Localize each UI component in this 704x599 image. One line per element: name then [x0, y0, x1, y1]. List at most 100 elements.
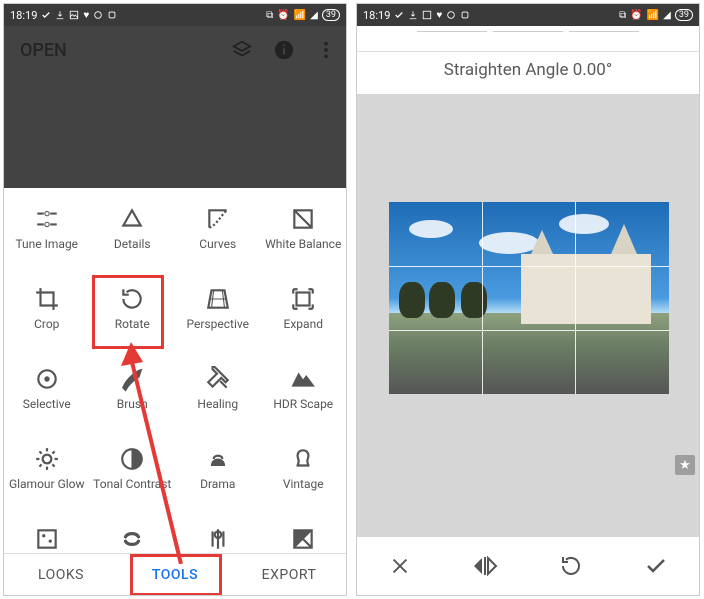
phone-right: 18:19 ♥ ⧉ ⏰ 📶 ◢ 39 Straighten Angle 0.00…: [356, 3, 700, 596]
cancel-button[interactable]: [376, 542, 424, 590]
battery-icon: 39: [322, 9, 340, 21]
tool-label: Tonal Contrast: [93, 478, 171, 491]
tab-export[interactable]: EXPORT: [232, 554, 346, 595]
square-icon: [460, 10, 470, 20]
info-icon[interactable]: [270, 36, 298, 64]
circle-icon: [93, 10, 103, 20]
tune-icon: [34, 206, 60, 232]
canvas-area[interactable]: ★: [357, 94, 699, 537]
image-icon: [69, 10, 79, 20]
perspective-icon: [205, 286, 231, 312]
more-icon[interactable]: [312, 36, 340, 64]
wifi-icon: 📶: [647, 10, 659, 21]
tool-label: Healing: [197, 398, 238, 411]
retro-icon: [119, 526, 145, 552]
signal-icon: ◢: [663, 10, 671, 21]
expand-icon: [290, 286, 316, 312]
grid-line: [389, 330, 669, 331]
rotate-icon: [119, 286, 145, 312]
tool-label: Selective: [23, 398, 71, 411]
tool-label: Vintage: [283, 478, 324, 491]
status-time: 18:19: [363, 9, 390, 22]
tool-tonal-contrast[interactable]: Tonal Contrast: [90, 446, 176, 512]
tool-selective[interactable]: Selective: [4, 366, 90, 432]
dimmed-background: OPEN: [4, 26, 346, 188]
wifi-icon: 📶: [294, 10, 306, 21]
tool-healing[interactable]: Healing: [175, 366, 261, 432]
grid-line: [575, 202, 576, 394]
healing-icon: [205, 366, 231, 392]
tool-perspective[interactable]: Perspective: [175, 286, 261, 352]
vintage-icon: [290, 446, 316, 472]
tool-tune-image[interactable]: Tune Image: [4, 206, 90, 272]
drama-icon: [205, 446, 231, 472]
phone-left: 18:19 ♥ ⧉ ⏰ 📶 ◢ 39 OPEN: [3, 3, 347, 596]
details-icon: [119, 206, 145, 232]
tool-black-[interactable]: Black &: [261, 526, 347, 553]
tool-label: Brush: [117, 398, 148, 411]
tool-crop[interactable]: Crop: [4, 286, 90, 352]
tool-curves[interactable]: Curves: [175, 206, 261, 272]
bookmark-icon[interactable]: ★: [675, 455, 695, 475]
tool-details[interactable]: Details: [90, 206, 176, 272]
rotate-90-button[interactable]: [547, 542, 595, 590]
grid-line: [389, 266, 669, 267]
apply-button[interactable]: [632, 542, 680, 590]
tool-grunge[interactable]: Grunge: [175, 526, 261, 553]
action-bar: [357, 537, 699, 595]
bluetooth-icon: ⧉: [619, 10, 626, 21]
tool-drama[interactable]: Drama: [175, 446, 261, 512]
tool-retrolux[interactable]: Retrolux: [90, 526, 176, 553]
tool-label: Perspective: [187, 318, 249, 331]
flip-button[interactable]: [461, 542, 509, 590]
tool-label: Expand: [284, 318, 323, 331]
alarm-icon: ⏰: [277, 10, 289, 21]
tool-brush[interactable]: Brush: [90, 366, 176, 432]
tool-label: Drama: [200, 478, 235, 491]
hdr-icon: [290, 366, 316, 392]
tool-hdr-scape[interactable]: HDR Scape: [261, 366, 347, 432]
tab-strip: [357, 26, 699, 52]
photo-preview[interactable]: [389, 202, 669, 394]
screenshot-stage: 18:19 ♥ ⧉ ⏰ 📶 ◢ 39 OPEN: [0, 0, 704, 599]
bluetooth-icon: ⧉: [266, 10, 273, 21]
bottom-tabs: LOOKS TOOLS EXPORT: [4, 553, 346, 595]
tool-expand[interactable]: Expand: [261, 286, 347, 352]
tool-label: Curves: [199, 238, 236, 251]
crop-icon: [34, 286, 60, 312]
selective-icon: [34, 366, 60, 392]
tool-label: Glamour Glow: [9, 478, 85, 491]
tab-looks[interactable]: LOOKS: [4, 554, 118, 595]
tool-label: White Balance: [265, 238, 341, 251]
status-bar: 18:19 ♥ ⧉ ⏰ 📶 ◢ 39: [4, 4, 346, 26]
tool-white-balance[interactable]: White Balance: [261, 206, 347, 272]
tools-panel: Tune Image Details Curves White Balance Crop…: [4, 188, 346, 553]
tool-label: Rotate: [115, 318, 150, 331]
square-icon: [107, 10, 117, 20]
grid-line: [482, 202, 483, 394]
tool-grainy-film[interactable]: Grainy Film: [4, 526, 90, 553]
image-icon: [422, 10, 432, 20]
glow-icon: [34, 446, 60, 472]
tab-tools[interactable]: TOOLS: [118, 554, 232, 595]
tool-vintage[interactable]: Vintage: [261, 446, 347, 512]
tool-glamour-glow[interactable]: Glamour Glow: [4, 446, 90, 512]
tool-rotate[interactable]: Rotate: [90, 286, 176, 352]
status-time: 18:19: [10, 9, 37, 22]
signal-icon: ◢: [310, 10, 318, 21]
white-balance-icon: [290, 206, 316, 232]
curves-icon: [205, 206, 231, 232]
tool-label: Crop: [34, 318, 59, 331]
straighten-title: Straighten Angle 0.00°: [357, 52, 699, 88]
heart-icon: ♥: [436, 10, 442, 21]
battery-icon: 39: [675, 9, 693, 21]
check-icon: [394, 10, 404, 20]
download-icon: [408, 10, 418, 20]
heart-icon: ♥: [83, 10, 89, 21]
tool-label: Details: [114, 238, 151, 251]
alarm-icon: ⏰: [630, 10, 642, 21]
status-bar: 18:19 ♥ ⧉ ⏰ 📶 ◢ 39: [357, 4, 699, 26]
tool-label: HDR Scape: [273, 398, 333, 411]
film-icon: [34, 526, 60, 552]
layers-icon[interactable]: [228, 36, 256, 64]
